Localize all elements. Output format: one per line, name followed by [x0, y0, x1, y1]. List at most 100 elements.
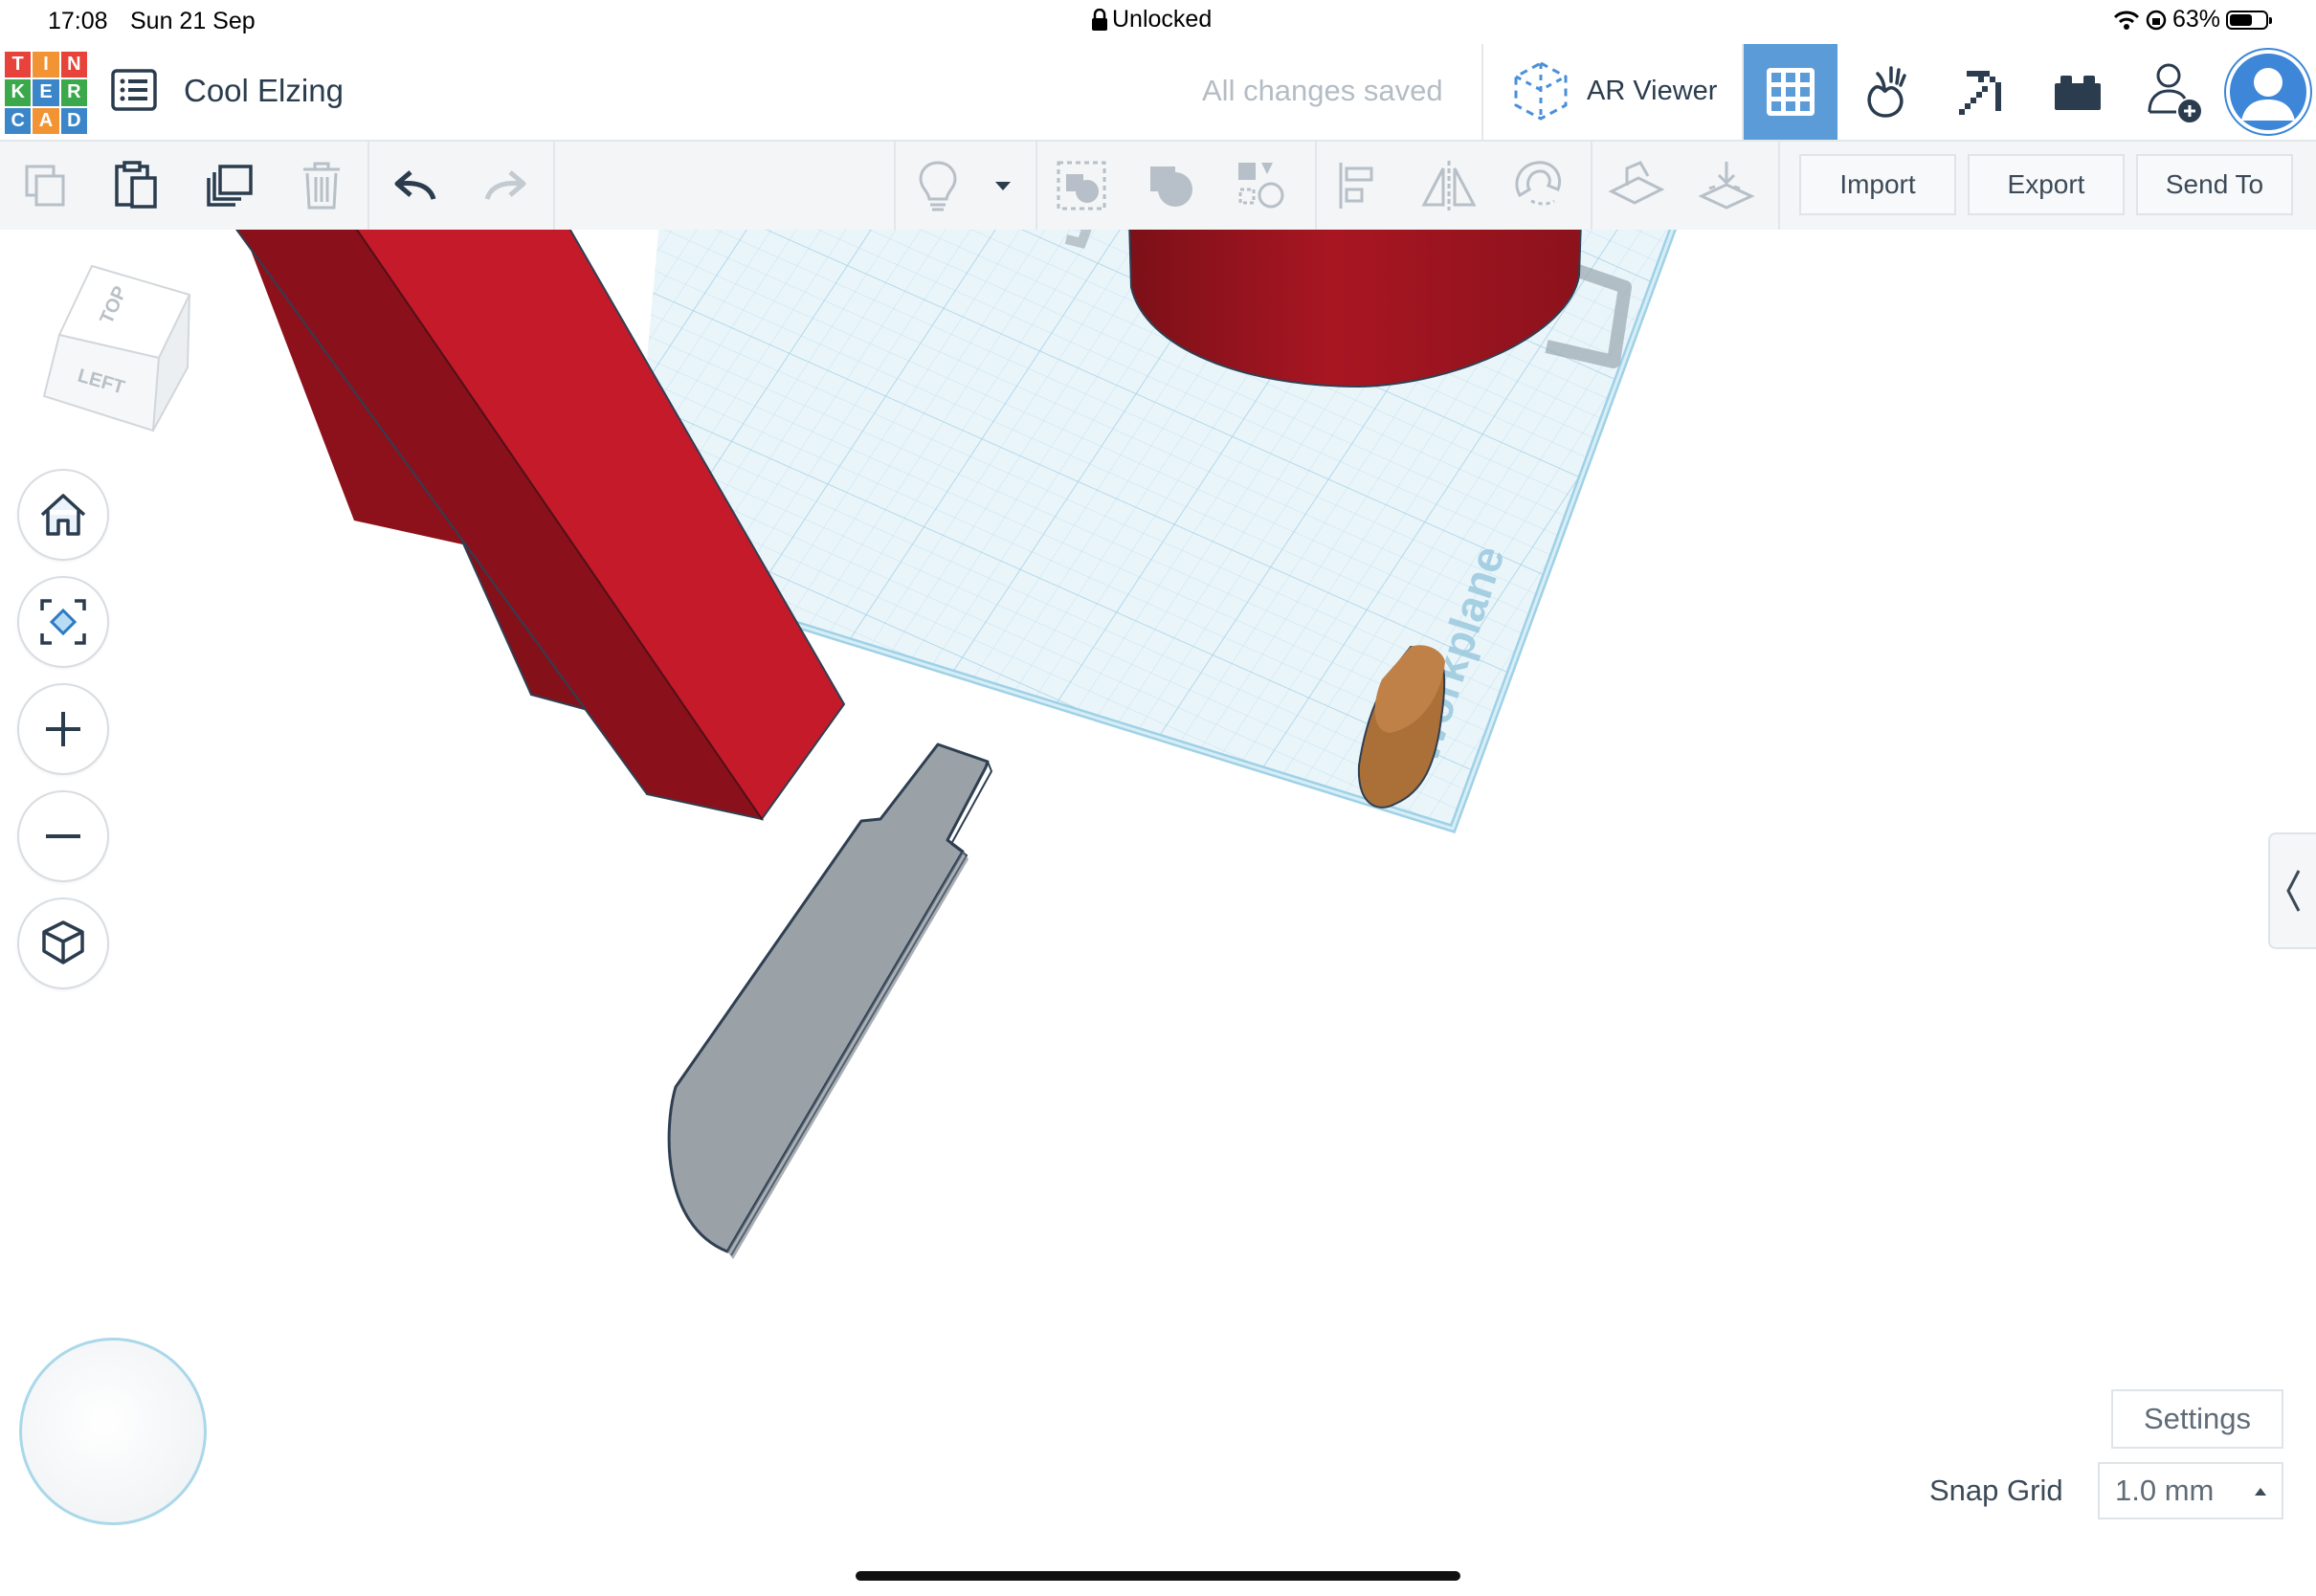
undo-button[interactable] — [385, 155, 446, 216]
ar-viewer-button[interactable]: AR Viewer — [1510, 57, 1717, 124]
home-view-button[interactable] — [17, 469, 109, 561]
orientation-lock-icon — [2146, 10, 2167, 30]
paste-button[interactable] — [105, 155, 167, 216]
tinkercad-logo[interactable]: TIN KER CAD — [5, 52, 87, 134]
group-icon — [1057, 161, 1106, 211]
pickaxe-icon — [1959, 71, 2001, 115]
undo-icon — [394, 170, 436, 200]
brick-icon — [2055, 76, 2101, 110]
status-time: 17:08 — [48, 8, 108, 34]
wifi-icon — [2113, 11, 2140, 30]
app-header: TINKERCAD Cool Elzing All changes saved … — [0, 44, 2316, 142]
toolbar-divider — [894, 142, 896, 230]
toolbar-divider — [1315, 142, 1317, 230]
delete-button[interactable] — [291, 155, 352, 216]
notes-button[interactable] — [907, 155, 969, 216]
design-menu-button[interactable] — [109, 65, 159, 115]
logo-letter: D — [60, 107, 87, 134]
blocks-button[interactable] — [1935, 44, 2029, 140]
notes-dropdown[interactable] — [976, 155, 1030, 216]
add-user-icon — [2148, 63, 2201, 122]
toolbar-divider — [1778, 142, 1780, 230]
invite-user-button[interactable] — [2127, 44, 2220, 140]
paste-icon — [115, 161, 157, 209]
logo-letter: I — [33, 52, 59, 78]
project-title[interactable]: Cool Elzing — [184, 73, 344, 109]
copy-icon — [25, 165, 65, 207]
lock-status: Unlocked — [1091, 6, 1212, 33]
logo-letter: A — [33, 107, 59, 134]
toolbar-divider — [1591, 142, 1592, 230]
ungroup-button[interactable] — [1141, 155, 1202, 216]
battery-icon — [2226, 10, 2272, 30]
edit-toolbar: Import Export Send To — [0, 142, 2316, 232]
hole-button[interactable] — [1231, 155, 1292, 216]
zoom-in-button[interactable] — [17, 683, 109, 775]
settings-button[interactable]: Settings — [2111, 1389, 2283, 1449]
home-icon — [40, 494, 86, 536]
list-icon — [111, 69, 157, 111]
logo-letter: R — [60, 79, 87, 106]
3d-workspace[interactable]: Workplane TOP LEFT Settings Snap Grid 1.… — [0, 230, 2316, 1548]
status-date: Sun 21 Sep — [130, 8, 256, 34]
snap-grid-label: Snap Grid — [1929, 1474, 2063, 1507]
save-status: All changes saved — [1202, 74, 1443, 107]
battery-percent: 63% — [2171, 6, 2220, 33]
minus-icon — [46, 834, 80, 838]
duplicate-icon — [207, 165, 253, 207]
cube-icon — [42, 920, 84, 964]
fit-view-icon — [40, 599, 86, 645]
mirror-button[interactable] — [1418, 155, 1480, 216]
lock-icon — [1092, 8, 1107, 31]
logo-letter: T — [5, 52, 32, 78]
copy-button[interactable] — [15, 155, 77, 216]
logo-letter: N — [60, 52, 87, 78]
user-avatar[interactable] — [2224, 48, 2312, 136]
3d-design-button[interactable] — [1744, 44, 1837, 140]
sim-lab-button[interactable] — [1839, 44, 1933, 140]
ar-cube-icon — [1514, 61, 1568, 121]
orbit-joystick[interactable] — [19, 1338, 207, 1525]
redo-icon — [484, 170, 526, 200]
status-bar: 17:08 Sun 21 Sep Unlocked 63% — [0, 0, 2316, 44]
divider — [1481, 44, 1483, 140]
duplicate-button[interactable] — [199, 155, 260, 216]
lock-label: Unlocked — [1112, 6, 1213, 33]
toolbar-divider — [367, 142, 369, 230]
group-button[interactable] — [1051, 155, 1112, 216]
ruler-drop-icon — [1698, 162, 1755, 210]
home-indicator[interactable] — [856, 1571, 1460, 1581]
export-button[interactable]: Export — [1968, 154, 2125, 215]
logo-letter: K — [5, 79, 32, 106]
zoom-out-button[interactable] — [17, 790, 109, 882]
ar-viewer-label: AR Viewer — [1587, 75, 1718, 106]
bricks-button[interactable] — [2031, 44, 2125, 140]
toolbar-divider — [1036, 142, 1037, 230]
redo-button[interactable] — [475, 155, 536, 216]
cruise-button[interactable] — [1508, 155, 1570, 216]
mirror-icon — [1421, 161, 1477, 211]
align-button[interactable] — [1328, 155, 1390, 216]
shapes-panel-toggle[interactable] — [2268, 832, 2316, 949]
view-cube[interactable]: TOP LEFT — [36, 262, 197, 434]
hole-icon — [1238, 163, 1284, 209]
trash-icon — [303, 162, 340, 210]
ruler-button[interactable] — [1696, 155, 1757, 216]
import-button[interactable]: Import — [1799, 154, 1956, 215]
projection-button[interactable] — [17, 898, 109, 989]
dropdown-arrow-icon — [995, 182, 1011, 190]
grey-knife-shape[interactable] — [667, 743, 993, 1259]
scene-canvas[interactable]: Workplane — [0, 230, 2316, 1548]
apple-drop-icon — [1867, 66, 1906, 118]
snap-grid-select[interactable]: 1.0 mm — [2098, 1462, 2283, 1519]
fit-view-button[interactable] — [17, 576, 109, 668]
grid-icon — [1767, 68, 1815, 116]
plus-icon — [46, 712, 80, 746]
caret-up-icon — [2255, 1488, 2266, 1496]
status-right: 63% — [2113, 6, 2272, 33]
user-icon — [2226, 50, 2310, 134]
workplane-button[interactable] — [1606, 155, 1667, 216]
snap-grid-value: 1.0 mm — [2115, 1474, 2215, 1507]
toolbar-divider — [553, 142, 555, 230]
send-to-button[interactable]: Send To — [2136, 154, 2293, 215]
